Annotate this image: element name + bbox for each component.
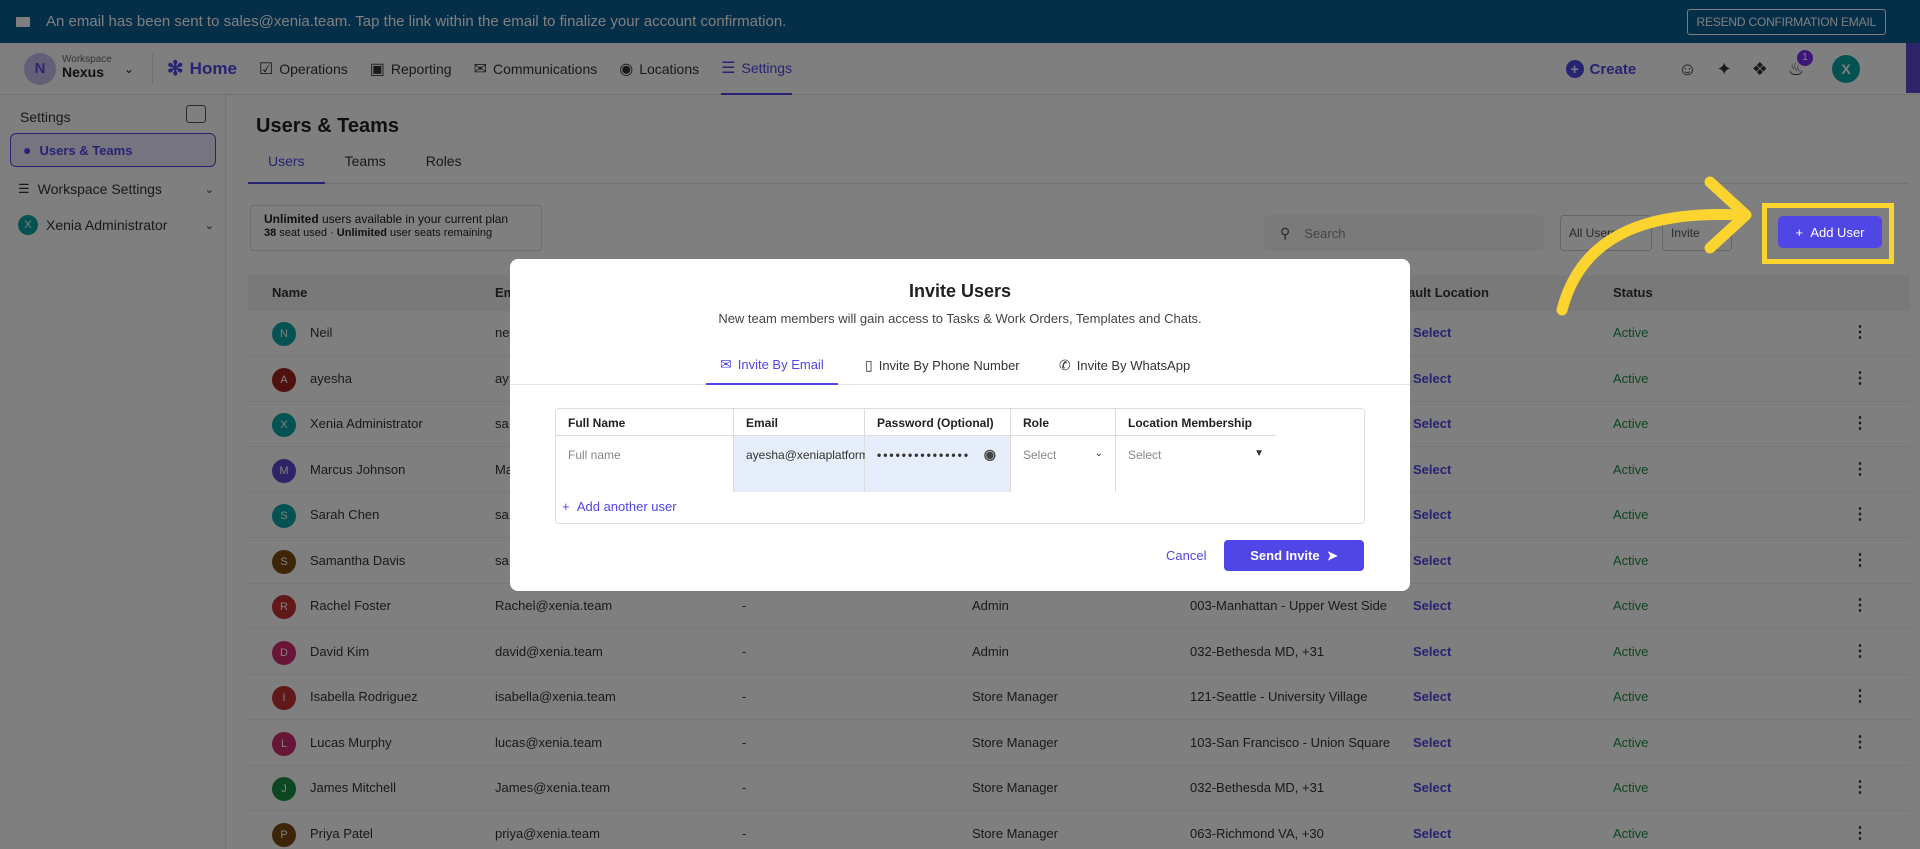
password-value: ••••••••••••••• [877, 448, 971, 462]
role-select[interactable]: Select ⌄ [1011, 435, 1116, 492]
invite-method-tabs: ✉ Invite By Email ▯ Invite By Phone Number… [510, 345, 1410, 385]
plus-icon: + [562, 499, 577, 514]
add-another-label: Add another user [576, 499, 677, 514]
tab-invite-email[interactable]: ✉ Invite By Email [706, 345, 838, 385]
tab-label: Invite By Email [737, 356, 824, 372]
phone-icon: ▯ [865, 356, 873, 373]
invite-users-modal: Invite Users New team members will gain … [510, 259, 1410, 591]
tab-invite-phone[interactable]: ▯ Invite By Phone Number [865, 345, 1020, 385]
tab-label: Invite By Phone Number [878, 357, 1020, 373]
location-membership-select[interactable]: Select ▼ [1116, 435, 1276, 492]
mail-icon: ✉ [720, 355, 732, 372]
location-placeholder: Select [1128, 448, 1162, 462]
arrow-annotation [1556, 176, 1752, 316]
add-another-user-link[interactable]: + Add another user [562, 499, 677, 514]
invite-form-grid: Full Name Email Password (Optional) Role… [555, 408, 1365, 524]
full-name-input[interactable]: Full name [556, 435, 734, 492]
eye-icon[interactable]: ◉ [984, 446, 998, 463]
whatsapp-icon: ✆ [1059, 356, 1071, 373]
password-input[interactable]: ••••••••••••••• ◉ [865, 435, 1011, 492]
role-placeholder: Select [1023, 448, 1057, 462]
cancel-button[interactable]: Cancel [1166, 548, 1206, 563]
email-input[interactable]: ayesha@xeniaplatform.ic [734, 435, 881, 492]
header-password: Password (Optional) [865, 409, 1011, 435]
chevron-down-icon: ⌄ [1094, 448, 1103, 459]
send-invite-label: Send Invite [1250, 548, 1320, 563]
header-full-name: Full Name [556, 409, 734, 435]
header-location-membership: Location Membership [1128, 416, 1253, 430]
tab-invite-whatsapp[interactable]: ✆ Invite By WhatsApp [1059, 345, 1190, 385]
chevron-down-icon: ▼ [1254, 448, 1264, 459]
modal-subtitle: New team members will gain access to Tas… [718, 311, 1202, 326]
send-icon: ➤ [1319, 547, 1338, 563]
send-invite-button[interactable]: Send Invite ➤ [1224, 540, 1364, 571]
header-email: Email [734, 409, 865, 435]
header-role: Role [1011, 409, 1116, 435]
tab-label: Invite By WhatsApp [1076, 357, 1191, 373]
modal-title: Invite Users [908, 281, 1012, 301]
